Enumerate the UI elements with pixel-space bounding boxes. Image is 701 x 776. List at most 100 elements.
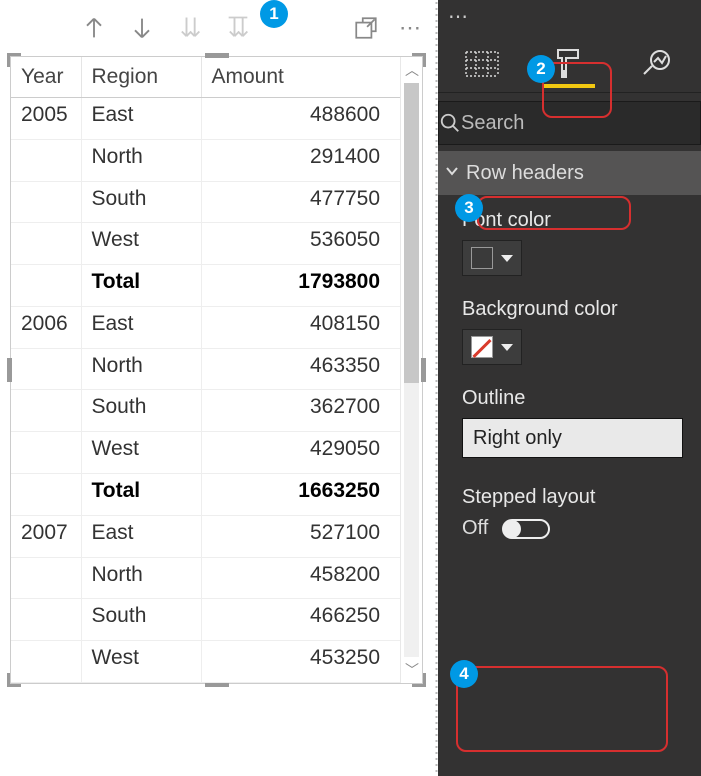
cell-year <box>11 265 81 307</box>
table-row[interactable]: North463350 <box>11 348 400 390</box>
callout-2: 2 <box>527 55 555 83</box>
cell-year <box>11 474 81 516</box>
cell-region: South <box>81 599 201 641</box>
table-row[interactable]: West536050 <box>11 223 400 265</box>
cell-year <box>11 223 81 265</box>
table-row[interactable]: West429050 <box>11 432 400 474</box>
font-color-label: Font color <box>462 209 683 232</box>
chevron-down-icon <box>501 344 513 351</box>
background-color-picker[interactable] <box>462 329 522 365</box>
cell-amount: 477750 <box>201 181 400 223</box>
chevron-down-icon <box>501 255 513 262</box>
format-tabbar <box>438 33 701 93</box>
cell-region: West <box>81 641 201 683</box>
scroll-thumb[interactable] <box>404 83 419 383</box>
table-row[interactable]: South477750 <box>11 181 400 223</box>
stepped-layout-state: Off <box>462 517 488 540</box>
table-row[interactable]: 2007East527100 <box>11 515 400 557</box>
cell-amount: 453250 <box>201 641 400 683</box>
cell-amount: 463350 <box>201 348 400 390</box>
cell-year <box>11 557 81 599</box>
cell-amount: 1793800 <box>201 265 400 307</box>
outline-dropdown[interactable]: Right only <box>462 418 683 458</box>
visual-canvas: ⋯ Year Region Amount 2005East488600North… <box>0 0 433 776</box>
cell-year <box>11 348 81 390</box>
search-icon <box>439 112 461 134</box>
vertical-scrollbar[interactable]: ︿ ﹀ <box>400 57 422 683</box>
cell-region: Total <box>81 474 201 516</box>
drill-up-icon[interactable] <box>80 14 108 42</box>
cell-amount: 1663250 <box>201 474 400 516</box>
drill-all-down-icon[interactable] <box>176 14 204 42</box>
background-color-swatch <box>471 336 493 358</box>
cell-region: Total <box>81 265 201 307</box>
cell-region: South <box>81 181 201 223</box>
format-pane: ⋯ <box>438 0 701 776</box>
table-row[interactable]: Total1793800 <box>11 265 400 307</box>
font-color-picker[interactable] <box>462 240 522 276</box>
matrix-visual[interactable]: Year Region Amount 2005East488600North29… <box>10 56 423 684</box>
cell-year <box>11 432 81 474</box>
expand-next-level-icon[interactable] <box>224 14 252 42</box>
format-search[interactable] <box>438 101 701 145</box>
scroll-down-icon[interactable]: ﹀ <box>401 659 423 681</box>
table-row[interactable]: South466250 <box>11 599 400 641</box>
cell-region: East <box>81 306 201 348</box>
table-row[interactable]: South362700 <box>11 390 400 432</box>
cell-amount: 488600 <box>201 98 400 140</box>
cell-year <box>11 641 81 683</box>
cell-amount: 429050 <box>201 432 400 474</box>
cell-amount: 291400 <box>201 139 400 181</box>
focus-mode-icon[interactable] <box>353 15 379 41</box>
scroll-up-icon[interactable]: ︿ <box>401 59 423 81</box>
font-color-swatch <box>471 247 493 269</box>
cell-region: North <box>81 557 201 599</box>
outline-label: Outline <box>462 387 683 410</box>
col-header-region[interactable]: Region <box>81 57 201 98</box>
cell-year <box>11 139 81 181</box>
cell-amount: 527100 <box>201 515 400 557</box>
more-options-icon[interactable]: ⋯ <box>399 15 423 41</box>
outline-value: Right only <box>473 427 562 450</box>
data-table: Year Region Amount 2005East488600North29… <box>11 57 400 683</box>
drill-toolbar: ⋯ <box>0 0 433 56</box>
table-row[interactable]: 2006East408150 <box>11 306 400 348</box>
cell-year: 2007 <box>11 515 81 557</box>
table-row[interactable]: North458200 <box>11 557 400 599</box>
pane-more-icon[interactable]: ⋯ <box>438 0 701 33</box>
background-color-label: Background color <box>462 298 683 321</box>
stepped-layout-toggle[interactable] <box>502 519 550 539</box>
table-row[interactable]: Total1663250 <box>11 474 400 516</box>
callout-4: 4 <box>450 660 478 688</box>
tab-fields[interactable] <box>452 39 512 87</box>
cell-region: East <box>81 515 201 557</box>
search-input[interactable] <box>461 112 701 135</box>
cell-region: West <box>81 432 201 474</box>
cell-amount: 362700 <box>201 390 400 432</box>
drill-down-icon[interactable] <box>128 14 156 42</box>
callout-1: 1 <box>260 0 288 28</box>
section-row-headers[interactable]: Row headers <box>438 151 701 195</box>
cell-region: North <box>81 348 201 390</box>
col-header-year[interactable]: Year <box>11 57 81 98</box>
table-row[interactable]: North291400 <box>11 139 400 181</box>
table-row[interactable]: West453250 <box>11 641 400 683</box>
table-row[interactable]: 2005East488600 <box>11 98 400 140</box>
col-header-amount[interactable]: Amount <box>201 57 400 98</box>
cell-year <box>11 181 81 223</box>
cell-amount: 408150 <box>201 306 400 348</box>
section-title: Row headers <box>466 162 584 185</box>
cell-region: East <box>81 98 201 140</box>
cell-amount: 458200 <box>201 557 400 599</box>
cell-year: 2006 <box>11 306 81 348</box>
cell-region: South <box>81 390 201 432</box>
stepped-layout-label: Stepped layout <box>462 486 683 509</box>
cell-amount: 466250 <box>201 599 400 641</box>
tab-analytics[interactable] <box>627 39 687 87</box>
chevron-down-icon <box>444 162 460 185</box>
cell-year <box>11 599 81 641</box>
cell-year: 2005 <box>11 98 81 140</box>
callout-3: 3 <box>455 194 483 222</box>
cell-region: West <box>81 223 201 265</box>
cell-region: North <box>81 139 201 181</box>
